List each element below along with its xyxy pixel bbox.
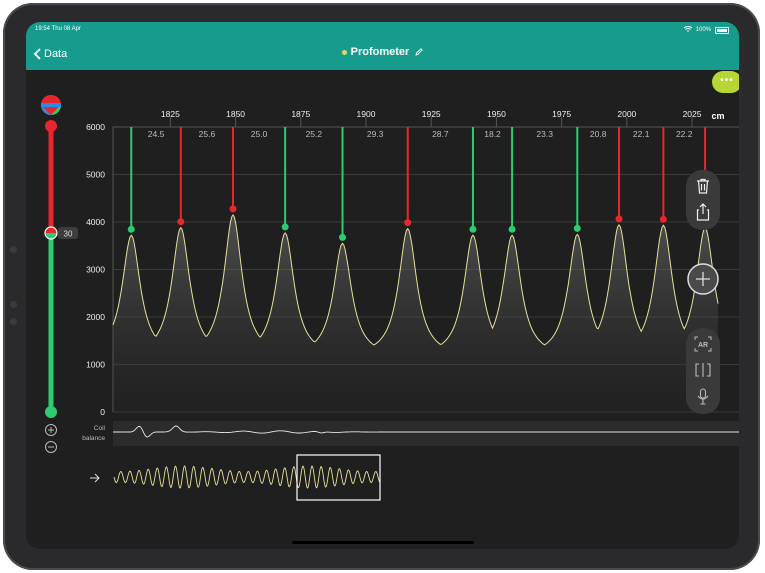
trash-icon[interactable]: [694, 177, 712, 195]
spacing-label: 22.1: [633, 129, 650, 139]
slider-bottom-handle[interactable]: [45, 406, 57, 418]
y-axis-ticks: 6000 5000 4000 3000 2000 1000 0: [86, 122, 105, 417]
spacing-label: 22.2: [676, 129, 693, 139]
peak-marker-dot[interactable]: [615, 215, 623, 223]
color-wheel-icon[interactable]: [41, 95, 61, 115]
x-tick-label: 1950: [487, 109, 506, 119]
peak-marker-dot[interactable]: [573, 224, 581, 232]
spacing-label: 25.6: [199, 129, 216, 139]
peak-marker-dot[interactable]: [469, 225, 477, 233]
x-tick-label: 2000: [617, 109, 636, 119]
mic-icon[interactable]: [696, 388, 710, 406]
signal-area: [113, 214, 719, 412]
x-tick-label: 1925: [422, 109, 441, 119]
spacing-label: 28.7: [432, 129, 449, 139]
arrow-right-icon[interactable]: [90, 473, 100, 483]
x-axis-ticks: 1825 1850 1875 1900 1925 1950 1975 2000 2025: [161, 109, 702, 119]
peak-markers: [127, 127, 709, 241]
signal-fill: [113, 214, 719, 412]
plus-circle-icon[interactable]: [686, 262, 720, 296]
y-tick-label: 4000: [86, 217, 105, 227]
chart-area: 30 1825 1850 1875 1900 1925 1950 1975 2000 2025 …: [41, 95, 739, 501]
peak-marker-dot[interactable]: [659, 215, 667, 223]
y-tick-label: 6000: [86, 122, 105, 132]
zoom-out-icon[interactable]: [45, 441, 57, 453]
spacing-label: 29.3: [367, 129, 384, 139]
peak-marker-dot[interactable]: [127, 225, 135, 233]
x-tick-label: 1875: [291, 109, 310, 119]
y-tick-label: 2000: [86, 312, 105, 322]
home-indicator: [292, 541, 474, 544]
svg-text:AR: AR: [698, 342, 708, 349]
spacing-label: 23.3: [536, 129, 553, 139]
y-tick-label: 0: [100, 407, 105, 417]
spacing-label: 18.2: [484, 129, 501, 139]
app-screen: 19:54 Thu 08 Apr 100% Data Profometer ••…: [26, 22, 739, 549]
side-dot: [10, 301, 17, 308]
peak-marker-dot[interactable]: [508, 225, 516, 233]
spacing-labels: 24.5 25.6 25.0 25.2 29.3 28.7 18.2 23.3 20.8 22.1…: [148, 129, 693, 139]
coil-balance-strip: [113, 421, 739, 446]
compare-icon[interactable]: [694, 362, 712, 378]
zoom-in-icon[interactable]: [45, 424, 57, 436]
peak-marker-dot[interactable]: [404, 219, 412, 227]
slider-top-handle[interactable]: [45, 120, 57, 132]
x-tick-label: 1850: [226, 109, 245, 119]
spacing-label: 25.0: [251, 129, 268, 139]
peak-marker-dot[interactable]: [339, 233, 347, 241]
y-tick-label: 1000: [86, 360, 105, 370]
peak-marker-dot[interactable]: [229, 205, 237, 213]
coil-label: Coil: [94, 425, 106, 432]
spacing-label: 20.8: [590, 129, 607, 139]
spacing-label: 25.2: [306, 129, 323, 139]
side-dot: [10, 246, 17, 253]
peak-marker-dot[interactable]: [177, 218, 185, 226]
peak-marker-dot[interactable]: [281, 223, 289, 231]
side-dot: [10, 318, 17, 325]
x-tick-label: 1975: [552, 109, 571, 119]
y-tick-label: 5000: [86, 170, 105, 180]
x-tick-label: 1825: [161, 109, 180, 119]
overview-signal: [113, 465, 381, 489]
y-tick-label: 3000: [86, 265, 105, 275]
spacing-label: 24.5: [148, 129, 165, 139]
x-unit-label: cm: [711, 111, 724, 121]
ar-icon[interactable]: AR: [694, 336, 712, 352]
slider-thumb[interactable]: [44, 226, 58, 240]
slider-value: 30: [64, 230, 73, 239]
share-icon[interactable]: [694, 202, 712, 222]
x-tick-label: 1900: [357, 109, 376, 119]
x-tick-label: 2025: [683, 109, 702, 119]
balance-label: balance: [82, 435, 105, 442]
